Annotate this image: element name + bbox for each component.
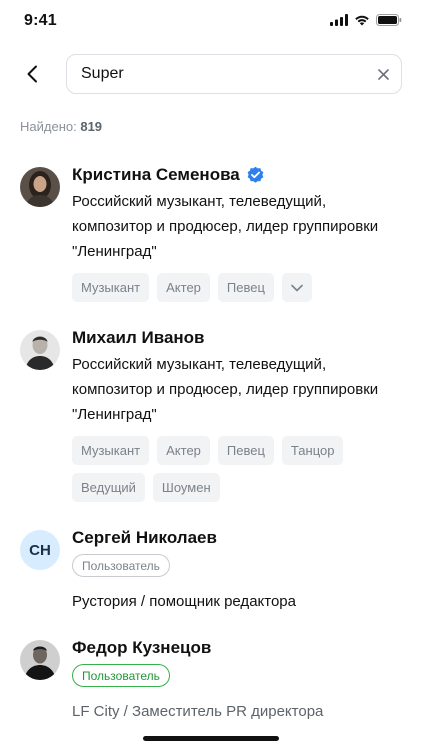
result-description: Российский музыкант, телеведущий, композ… [72, 193, 379, 260]
back-arrow-icon [27, 65, 37, 83]
result-item[interactable]: Федор Кузнецов Пользователь LF City / За… [0, 637, 422, 722]
tag-chip[interactable]: Певец [217, 436, 274, 465]
tag-chip[interactable]: Певец [217, 273, 274, 302]
result-name: Михаил Иванов [72, 328, 205, 347]
result-name: Кристина Семенова [72, 165, 240, 184]
result-info: Сергей Николаев Пользователь Рустория / … [72, 527, 392, 610]
result-item[interactable]: Михаил Иванов Российский музыкант, телев… [0, 327, 422, 502]
result-subtitle: LF City / Заместитель PR директора [72, 703, 324, 720]
status-icons [330, 14, 402, 26]
clear-icon [377, 68, 389, 80]
role-badge: Пользователь [72, 554, 170, 577]
tag-chip[interactable]: Музыкант [72, 436, 150, 465]
avatar [20, 330, 60, 370]
avatar [20, 640, 60, 680]
signal-icon [330, 14, 348, 26]
tag-chip[interactable]: Ведущий [72, 473, 145, 502]
result-name: Федор Кузнецов [72, 638, 212, 657]
results-count-value: 819 [80, 119, 103, 134]
expand-tags-button[interactable] [281, 273, 312, 302]
home-indicator [143, 736, 279, 741]
result-info: Федор Кузнецов Пользователь LF City / За… [72, 637, 392, 720]
back-button[interactable] [18, 60, 46, 88]
battery-icon [376, 14, 402, 26]
wifi-icon [355, 15, 369, 26]
result-description: Российский музыкант, телеведущий, композ… [72, 356, 379, 423]
search-box [66, 54, 402, 94]
result-subtitle: Рустория / помощник редактора [72, 593, 296, 610]
results-count: Найдено: 819 [20, 119, 102, 134]
result-name: Сергей Николаев [72, 528, 217, 547]
clear-search-button[interactable] [375, 66, 391, 82]
avatar-initials: СН [20, 530, 60, 570]
role-badge: Пользователь [72, 664, 170, 687]
chevron-down-icon [291, 284, 303, 291]
tag-chip[interactable]: Актер [157, 436, 210, 465]
results-count-label: Найдено: [20, 119, 77, 134]
search-row [0, 54, 422, 94]
tag-chip[interactable]: Музыкант [72, 273, 150, 302]
status-time: 9:41 [24, 12, 57, 29]
status-bar: 9:41 [0, 0, 422, 44]
result-item[interactable]: Кристина Семенова Российский музыкант, т… [0, 164, 422, 304]
search-input[interactable] [81, 55, 361, 93]
tag-chip[interactable]: Актер [157, 273, 210, 302]
tag-chip[interactable]: Танцор [281, 436, 344, 465]
result-item[interactable]: СН Сергей Николаев Пользователь Рустория… [0, 527, 422, 612]
result-info: Кристина Семенова Российский музыкант, т… [72, 164, 392, 302]
tag-list: Музыкант Актер Певец [72, 273, 372, 302]
avatar [20, 167, 60, 207]
tag-list: Музыкант Актер Певец Танцор Ведущий Шоум… [72, 436, 372, 502]
tag-chip[interactable]: Шоумен [152, 473, 220, 502]
verified-icon [247, 166, 264, 183]
result-info: Михаил Иванов Российский музыкант, телев… [72, 327, 392, 502]
